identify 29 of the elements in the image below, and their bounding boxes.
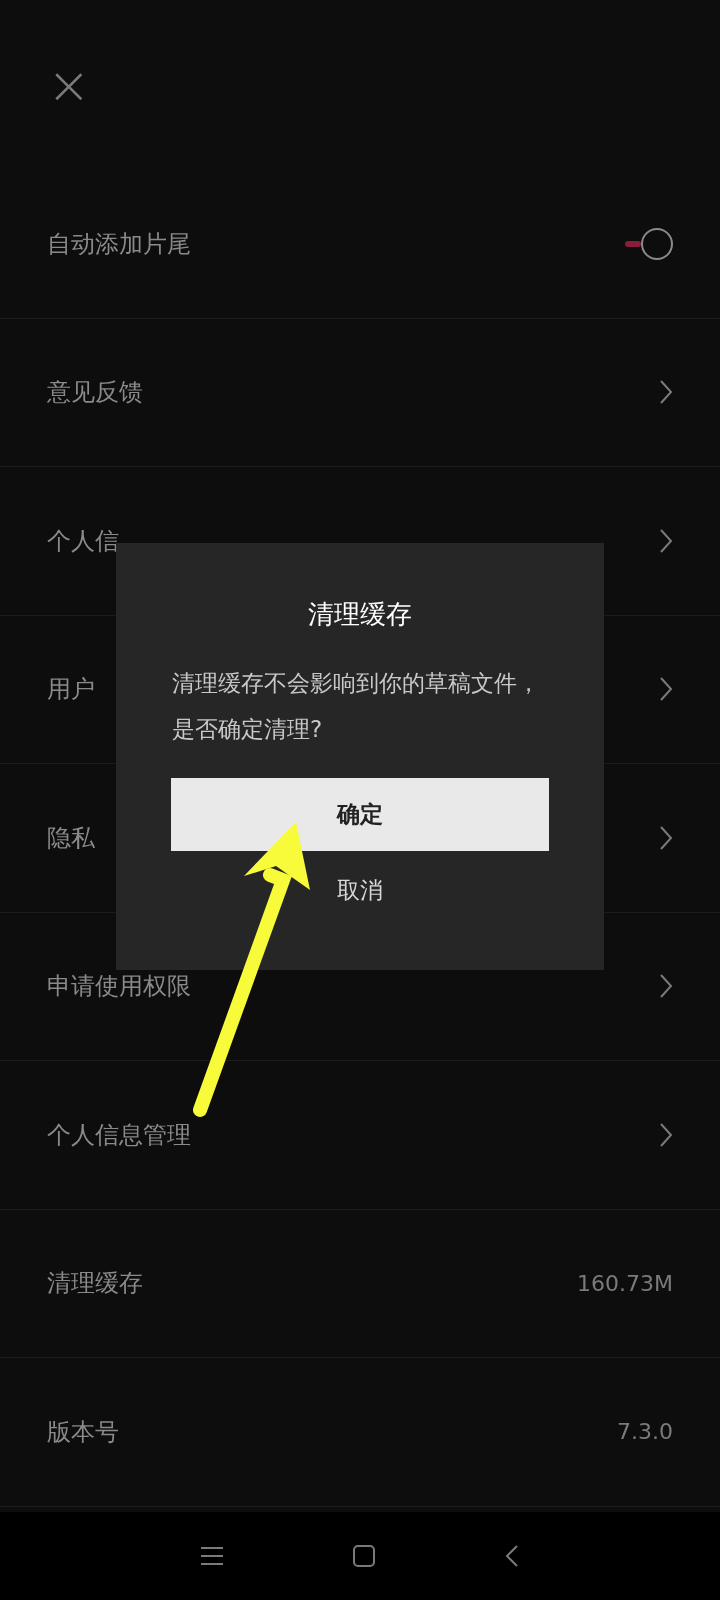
setting-label: 清理缓存 (47, 1268, 143, 1300)
confirm-button[interactable]: 确定 (171, 778, 549, 851)
chevron-right-icon (659, 824, 673, 851)
menu-icon[interactable] (201, 1547, 223, 1565)
close-button[interactable]: × (47, 59, 91, 111)
setting-label: 自动添加片尾 (47, 228, 191, 260)
home-icon[interactable] (353, 1545, 375, 1567)
back-icon[interactable] (505, 1545, 519, 1567)
setting-label: 版本号 (47, 1416, 119, 1448)
setting-label: 意见反馈 (47, 377, 143, 409)
setting-label: 用户 (47, 674, 95, 706)
chevron-right-icon (659, 676, 673, 703)
chevron-right-icon (659, 379, 673, 406)
setting-value: 7.3.0 (617, 1418, 673, 1447)
settings-row[interactable]: 意见反馈 (0, 318, 720, 467)
setting-label: 申请使用权限 (47, 971, 191, 1003)
settings-row[interactable]: 自动添加片尾 (0, 170, 720, 319)
dialog-message: 清理缓存不会影响到你的草稿文件，是否确定清理? (172, 669, 541, 744)
toggle-switch[interactable] (625, 227, 673, 260)
chevron-right-icon (659, 973, 673, 1000)
chevron-right-icon (659, 1121, 673, 1148)
settings-row[interactable]: 清理缓存 160.73M (0, 1209, 720, 1358)
settings-row[interactable]: 个人信息管理 (0, 1061, 720, 1210)
settings-row[interactable]: 版本号 7.3.0 (0, 1358, 720, 1507)
setting-value: 160.73M (577, 1269, 673, 1298)
setting-label: 个人信 (47, 525, 119, 557)
setting-label: 个人信息管理 (47, 1119, 191, 1151)
chevron-right-icon (659, 527, 673, 554)
setting-label: 隐私 (47, 822, 95, 854)
